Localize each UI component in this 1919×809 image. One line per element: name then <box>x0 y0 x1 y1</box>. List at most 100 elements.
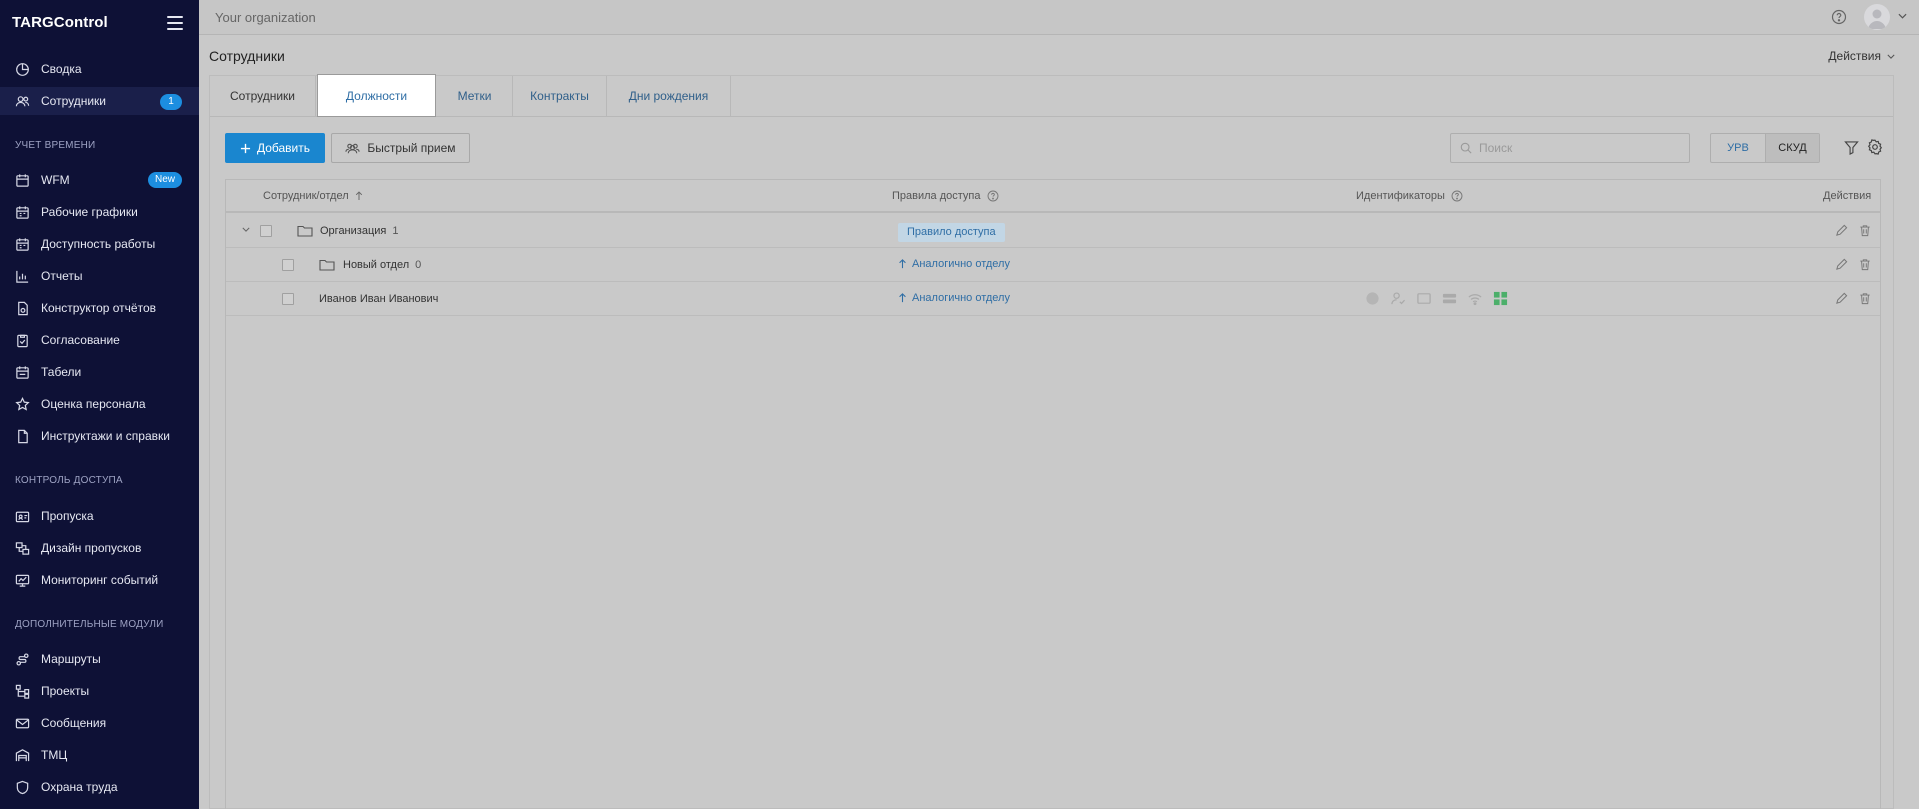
sidebar-item-label: Конструктор отчётов <box>41 301 156 315</box>
menu-toggle-icon[interactable] <box>167 16 183 30</box>
sidebar-item-messages[interactable]: Сообщения <box>0 709 199 737</box>
sidebar-item-approval[interactable]: Согласование <box>0 326 199 354</box>
table-header: Сотрудник/отдел Правила доступа Идентифи… <box>226 180 1880 213</box>
sidebar-item-assessment[interactable]: Оценка персонала <box>0 390 199 418</box>
chevron-down-icon[interactable] <box>242 227 250 232</box>
row-name[interactable]: Иванов Иван Иванович <box>319 293 438 305</box>
sidebar-item-schedules[interactable]: Рабочие графики <box>0 198 199 226</box>
sidebar-item-label: Охрана труда <box>41 780 118 794</box>
row-checkbox[interactable] <box>282 293 294 305</box>
search-box[interactable] <box>1450 133 1690 163</box>
gear-icon[interactable] <box>1867 139 1883 155</box>
actions-dropdown[interactable]: Действия <box>1828 49 1895 63</box>
users-icon <box>345 143 361 153</box>
sidebar-item-safety[interactable]: Охрана труда <box>0 773 199 801</box>
keypad-icon[interactable] <box>1442 291 1457 306</box>
add-button[interactable]: Добавить <box>225 133 325 163</box>
sidebar-item-label: Отчеты <box>41 269 83 283</box>
access-rule-badge[interactable]: Правило доступа <box>898 223 1005 242</box>
row-name[interactable]: Организация 1 <box>320 225 398 237</box>
count-badge: 1 <box>160 94 182 110</box>
search-icon <box>1460 142 1472 154</box>
sidebar-item-timesheets[interactable]: Табели <box>0 358 199 386</box>
sidebar-item-reports[interactable]: Отчеты <box>0 262 199 290</box>
access-rule-link[interactable]: Аналогично отделу <box>898 258 1010 270</box>
brand-logo[interactable]: TARGControl <box>12 14 108 31</box>
column-ids-label: Идентификаторы <box>1356 190 1445 202</box>
fingerprint-icon[interactable] <box>1365 291 1380 306</box>
tab-contracts[interactable]: Контракты <box>513 76 607 117</box>
wifi-icon[interactable] <box>1467 291 1483 306</box>
user-check-icon[interactable] <box>1390 291 1406 306</box>
sidebar-item-summary[interactable]: Сводка <box>0 55 199 83</box>
row-name[interactable]: Новый отдел 0 <box>343 259 421 271</box>
document-cog-icon <box>14 300 30 316</box>
arrow-up-icon <box>899 259 906 269</box>
sidebar-item-passes[interactable]: Пропуска <box>0 502 199 530</box>
sidebar-item-label: Табели <box>41 365 82 379</box>
sidebar-item-label: ТМЦ <box>41 748 68 762</box>
section-access: КОНТРОЛЬ ДОСТУПА <box>15 475 123 486</box>
column-actions-label: Действия <box>1823 190 1872 202</box>
tab-employees[interactable]: Сотрудники <box>210 76 316 117</box>
help-icon[interactable] <box>1831 9 1847 25</box>
sidebar-item-employees[interactable]: Сотрудники 1 <box>0 87 199 115</box>
help-icon[interactable] <box>1451 190 1463 202</box>
access-rule-link[interactable]: Аналогично отделу <box>898 292 1010 304</box>
mode-skud[interactable]: СКУД <box>1765 134 1819 162</box>
sidebar-item-label: Согласование <box>41 333 120 347</box>
sidebar-item-briefings[interactable]: Инструктажи и справки <box>0 422 199 450</box>
tab-positions[interactable]: Должности <box>317 74 436 117</box>
page-title: Сотрудники <box>209 48 285 64</box>
column-employee-label: Сотрудник/отдел <box>263 190 349 202</box>
organization-name[interactable]: Your organization <box>215 10 316 25</box>
edit-icon[interactable] <box>1835 258 1848 271</box>
sidebar-item-pass-design[interactable]: Дизайн пропусков <box>0 534 199 562</box>
row-checkbox[interactable] <box>260 225 272 237</box>
qr-code-icon[interactable] <box>1493 291 1508 306</box>
chevron-down-icon[interactable] <box>1898 13 1907 19</box>
mode-urv[interactable]: УРВ <box>1711 134 1765 162</box>
trash-icon[interactable] <box>1859 292 1871 305</box>
avatar[interactable] <box>1864 4 1890 30</box>
arrow-up-icon <box>899 293 906 303</box>
table-row[interactable]: Организация 1 Правило доступа <box>226 215 1880 248</box>
trash-icon[interactable] <box>1859 258 1871 271</box>
envelope-icon <box>14 715 30 731</box>
card-design-icon <box>14 540 30 556</box>
sidebar-item-monitoring[interactable]: Мониторинг событий <box>0 566 199 594</box>
sidebar-item-availability[interactable]: Доступность работы <box>0 230 199 258</box>
trash-icon[interactable] <box>1859 224 1871 237</box>
star-icon <box>14 396 30 412</box>
route-icon <box>14 651 30 667</box>
table-row[interactable]: Новый отдел 0 Аналогично отделу <box>226 249 1880 282</box>
sidebar-item-label: Сотрудники <box>41 94 106 108</box>
help-icon[interactable] <box>987 190 999 202</box>
table-row[interactable]: Иванов Иван Иванович Аналогично отделу <box>226 283 1880 316</box>
sidebar-item-wfm[interactable]: WFM New <box>0 166 199 194</box>
quick-hire-button[interactable]: Быстрый прием <box>331 133 470 163</box>
sidebar-item-projects[interactable]: Проекты <box>0 677 199 705</box>
sidebar-item-label: WFM <box>41 173 70 187</box>
edit-icon[interactable] <box>1835 292 1848 305</box>
edit-icon[interactable] <box>1835 224 1848 237</box>
sidebar-item-label: Доступность работы <box>41 237 156 251</box>
sidebar-item-inventory[interactable]: ТМЦ <box>0 741 199 769</box>
sidebar-item-report-builder[interactable]: Конструктор отчётов <box>0 294 199 322</box>
tab-tags[interactable]: Метки <box>437 76 513 117</box>
card-icon[interactable] <box>1416 291 1432 306</box>
section-extra: ДОПОЛНИТЕЛЬНЫЕ МОДУЛИ <box>15 619 164 630</box>
filter-icon[interactable] <box>1844 140 1859 155</box>
search-input[interactable] <box>1479 141 1679 155</box>
column-employee[interactable]: Сотрудник/отдел <box>263 190 363 202</box>
row-checkbox[interactable] <box>282 259 294 271</box>
sidebar-item-routes[interactable]: Маршруты <box>0 645 199 673</box>
topbar: Your organization <box>199 0 1919 35</box>
sidebar: TARGControl Сводка Сотрудники 1 УЧЕТ ВРЕ… <box>0 0 199 809</box>
sidebar-item-label: Сводка <box>41 62 82 76</box>
shield-icon <box>14 779 30 795</box>
tab-birthdays[interactable]: Дни рождения <box>607 76 731 117</box>
inventory-icon <box>14 747 30 763</box>
folder-icon <box>319 259 335 271</box>
tabs-bar: Сотрудники Должности Метки Контракты Дни… <box>210 74 1893 117</box>
